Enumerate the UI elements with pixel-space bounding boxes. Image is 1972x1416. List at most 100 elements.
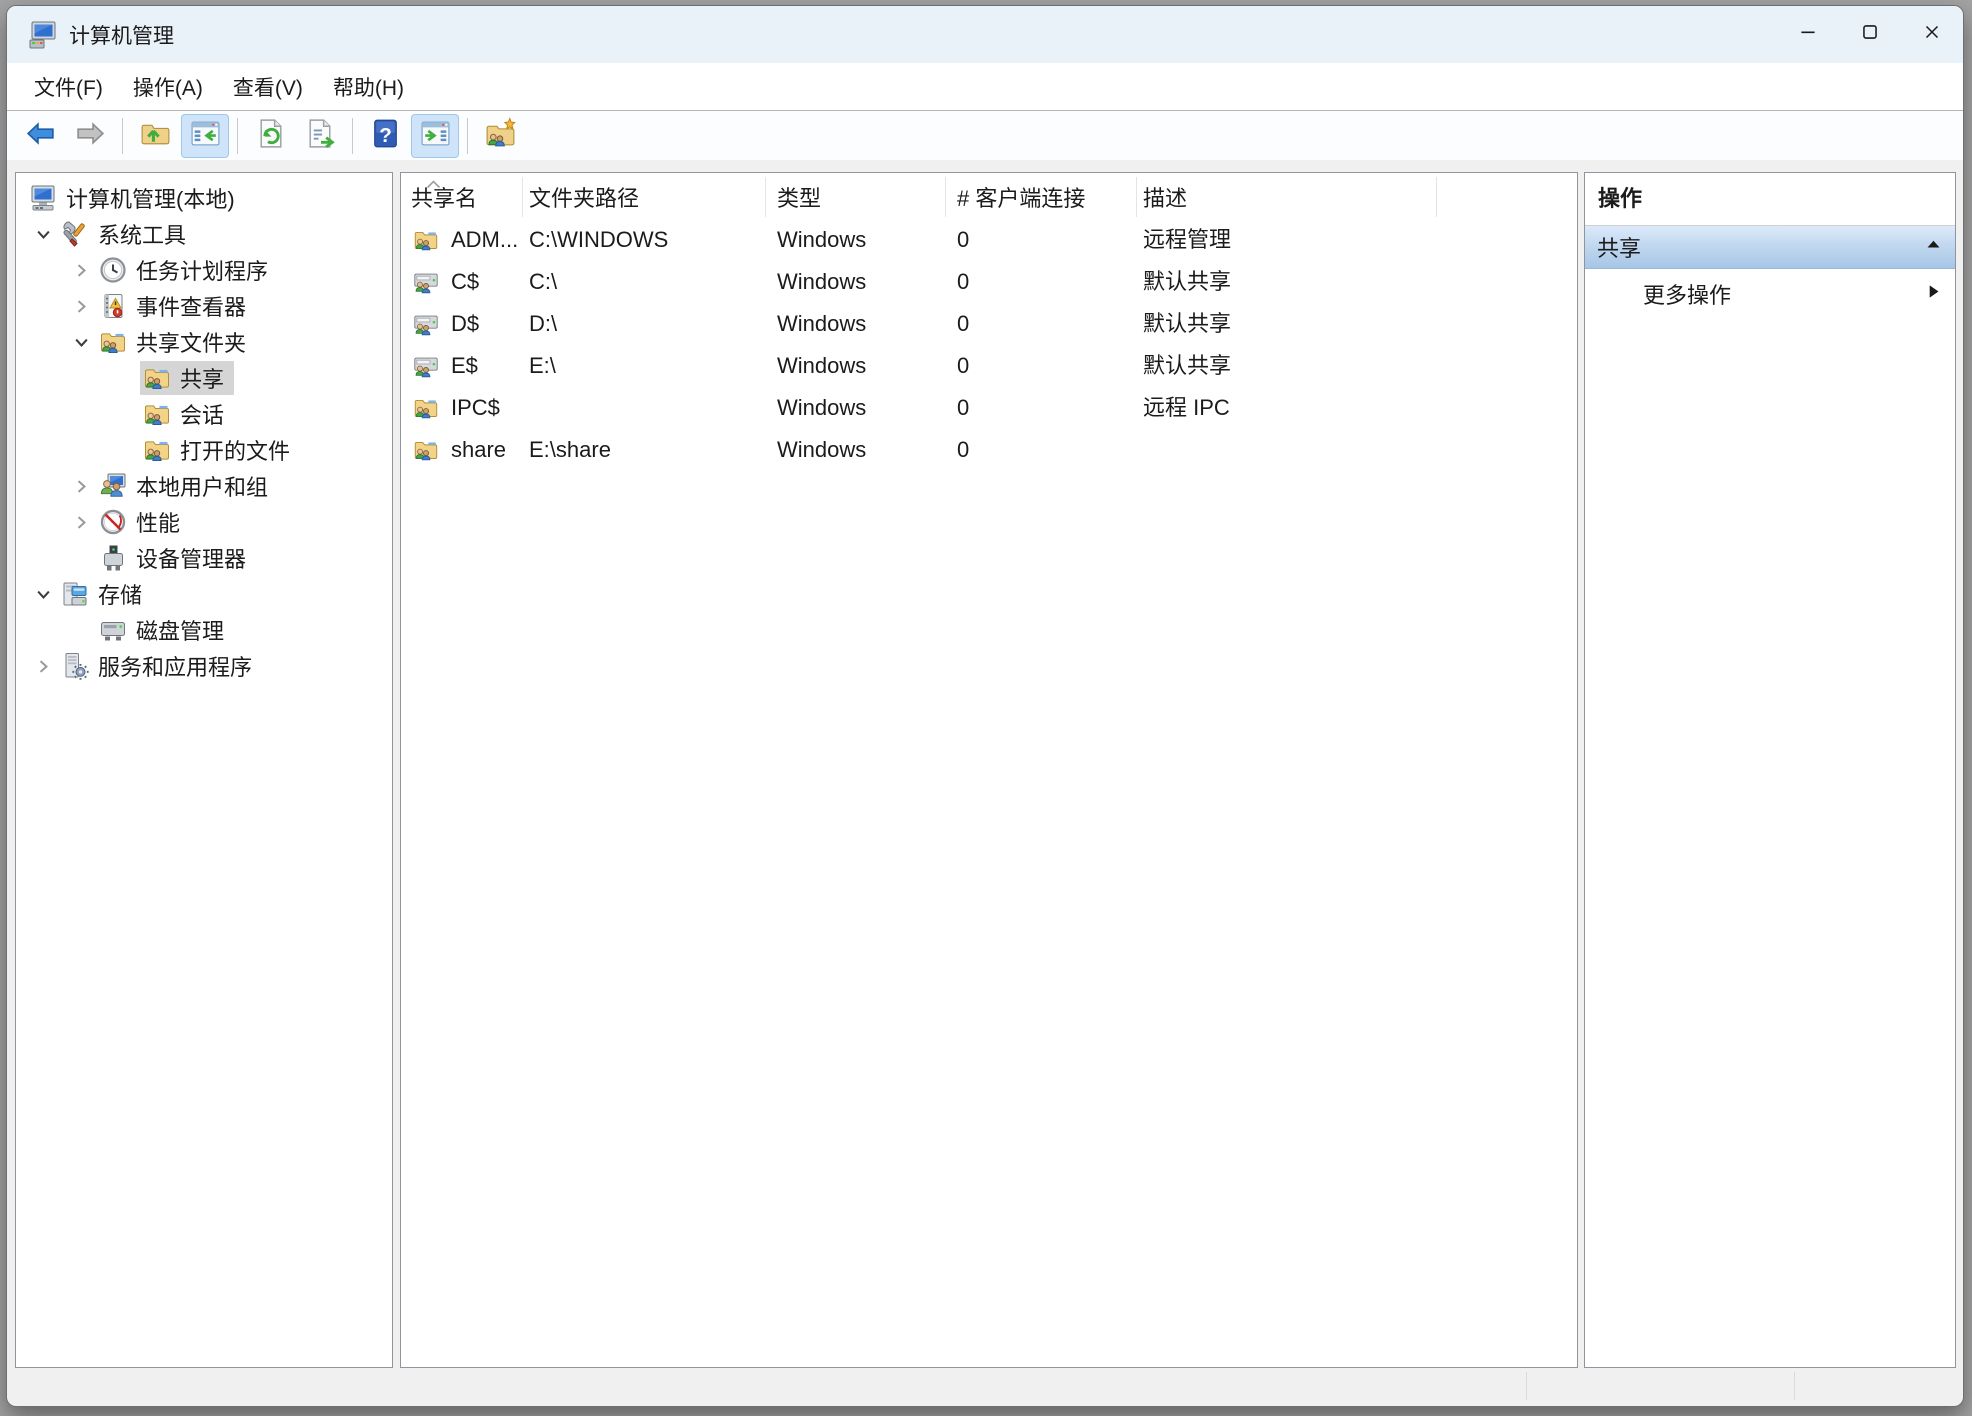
actions-header: 操作 bbox=[1585, 173, 1955, 226]
help-icon: ? bbox=[369, 117, 402, 155]
export-list-button[interactable] bbox=[296, 114, 344, 158]
menu-help[interactable]: 帮助(H) bbox=[318, 63, 419, 110]
share-row-share[interactable]: shareE:\shareWindows0 bbox=[401, 429, 1577, 471]
menu-action[interactable]: 操作(A) bbox=[118, 63, 218, 110]
back-arrow-icon bbox=[24, 117, 57, 155]
tree-item-disk-management[interactable]: 磁盘管理 bbox=[16, 612, 392, 648]
chevron-right-icon[interactable] bbox=[66, 471, 96, 501]
tree-item-computer-management-local[interactable]: 计算机管理(本地) bbox=[16, 180, 392, 216]
description-cell: 远程管理 bbox=[1143, 219, 1231, 261]
tree-item-system-tools[interactable]: 系统工具 bbox=[16, 216, 392, 252]
collapse-section-icon[interactable] bbox=[1924, 234, 1943, 260]
export-list-icon bbox=[304, 117, 337, 155]
actions-panel: 操作 共享 更多操作 bbox=[1584, 172, 1956, 1368]
menu-view[interactable]: 查看(V) bbox=[218, 63, 318, 110]
type-cell: Windows bbox=[777, 261, 866, 303]
share-row-d[interactable]: D$D:\Windows0默认共享 bbox=[401, 303, 1577, 345]
system-tools-icon bbox=[60, 219, 90, 249]
tree-item-content: 共享文件夹 bbox=[96, 325, 256, 359]
svg-text:?: ? bbox=[379, 123, 392, 146]
tree-item-services-and-applications[interactable]: 服务和应用程序 bbox=[16, 648, 392, 684]
shares-list-panel: 共享名 文件夹路径 类型 # 客户端连接 描述 ADM...C:\WINDOWSWind… bbox=[400, 172, 1578, 1368]
column-header-share-name[interactable]: 共享名 bbox=[411, 181, 477, 213]
menu-file[interactable]: 文件(F) bbox=[19, 63, 118, 110]
tree-item-shared-folders[interactable]: 共享文件夹 bbox=[16, 324, 392, 360]
share-row-c[interactable]: C$C:\Windows0默认共享 bbox=[401, 261, 1577, 303]
refresh-icon bbox=[254, 117, 287, 155]
share-name-cell: E$ bbox=[451, 345, 478, 387]
column-separator[interactable] bbox=[945, 177, 946, 217]
chevron-down-icon[interactable] bbox=[28, 579, 58, 609]
tree-item-label: 设备管理器 bbox=[136, 542, 246, 574]
column-header-description[interactable]: 描述 bbox=[1143, 181, 1187, 213]
show-console-tree-button[interactable] bbox=[181, 114, 229, 158]
tree-item-content: 磁盘管理 bbox=[96, 613, 234, 647]
toolbar: ? bbox=[7, 110, 1963, 160]
tree-item-event-viewer[interactable]: 事件查看器 bbox=[16, 288, 392, 324]
column-header-client-connections[interactable]: # 客户端连接 bbox=[957, 181, 1085, 213]
help-button[interactable]: ? bbox=[361, 114, 409, 158]
tree-item-content: 系统工具 bbox=[58, 217, 196, 251]
column-header-type[interactable]: 类型 bbox=[777, 181, 821, 213]
tree-item-open-files[interactable]: 打开的文件 bbox=[16, 432, 392, 468]
folder-path-cell: E:\ bbox=[529, 345, 556, 387]
client-connections-cell: 0 bbox=[957, 303, 969, 345]
share-row-adm[interactable]: ADM...C:\WINDOWSWindows0远程管理 bbox=[401, 219, 1577, 261]
window-title: 计算机管理 bbox=[69, 20, 174, 50]
toolbar-separator bbox=[352, 118, 353, 154]
refresh-button[interactable] bbox=[246, 114, 294, 158]
action-pane-icon bbox=[419, 117, 452, 155]
tree-item-label: 服务和应用程序 bbox=[98, 650, 252, 682]
toolbar-separator bbox=[237, 118, 238, 154]
tree-item-task-scheduler[interactable]: 任务计划程序 bbox=[16, 252, 392, 288]
description-cell: 默认共享 bbox=[1143, 303, 1231, 345]
forward-arrow-icon bbox=[74, 117, 107, 155]
chevron-placeholder bbox=[110, 435, 140, 465]
chevron-right-icon[interactable] bbox=[66, 255, 96, 285]
more-actions-item[interactable]: 更多操作 bbox=[1585, 269, 1955, 319]
toolbar-separator bbox=[467, 118, 468, 154]
maximize-button[interactable] bbox=[1839, 6, 1901, 63]
share-row-ipc[interactable]: IPC$Windows0远程 IPC bbox=[401, 387, 1577, 429]
column-header-folder-path[interactable]: 文件夹路径 bbox=[529, 181, 639, 213]
column-separator[interactable] bbox=[1136, 177, 1137, 217]
shared-folder-row-icon bbox=[412, 226, 440, 254]
tree-item-shares[interactable]: 共享 bbox=[16, 360, 392, 396]
show-action-pane-button[interactable] bbox=[411, 114, 459, 158]
actions-section-shares[interactable]: 共享 bbox=[1585, 226, 1955, 269]
folder-path-cell: C:\ bbox=[529, 261, 557, 303]
shared-folders-icon bbox=[142, 363, 172, 393]
column-separator[interactable] bbox=[765, 177, 766, 217]
column-separator[interactable] bbox=[1436, 177, 1437, 217]
chevron-right-icon[interactable] bbox=[28, 651, 58, 681]
up-one-level-button[interactable] bbox=[131, 114, 179, 158]
tree-item-device-manager[interactable]: 设备管理器 bbox=[16, 540, 392, 576]
chevron-down-icon[interactable] bbox=[28, 219, 58, 249]
chevron-placeholder bbox=[110, 363, 140, 393]
tree-item-label: 事件查看器 bbox=[136, 290, 246, 322]
tree-item-content: 打开的文件 bbox=[140, 433, 300, 467]
event-viewer-icon bbox=[98, 291, 128, 321]
tree-item-storage[interactable]: 存储 bbox=[16, 576, 392, 612]
tree-item-content: 存储 bbox=[58, 577, 152, 611]
minimize-icon bbox=[1797, 21, 1819, 48]
tree-item-content: 任务计划程序 bbox=[96, 253, 278, 287]
back-button[interactable] bbox=[16, 114, 64, 158]
type-cell: Windows bbox=[777, 387, 866, 429]
tree-item-sessions[interactable]: 会话 bbox=[16, 396, 392, 432]
share-row-e[interactable]: E$E:\Windows0默认共享 bbox=[401, 345, 1577, 387]
tree-item-performance[interactable]: 性能 bbox=[16, 504, 392, 540]
minimize-button[interactable] bbox=[1777, 6, 1839, 63]
chevron-right-icon[interactable] bbox=[66, 507, 96, 537]
forward-button[interactable] bbox=[66, 114, 114, 158]
new-share-button[interactable] bbox=[476, 114, 524, 158]
chevron-right-icon[interactable] bbox=[66, 291, 96, 321]
submenu-arrow-icon bbox=[1924, 281, 1943, 307]
performance-icon bbox=[98, 507, 128, 537]
close-button[interactable] bbox=[1901, 6, 1963, 63]
chevron-placeholder bbox=[66, 543, 96, 573]
client-connections-cell: 0 bbox=[957, 345, 969, 387]
chevron-down-icon[interactable] bbox=[66, 327, 96, 357]
column-separator[interactable] bbox=[522, 177, 523, 217]
tree-item-local-users-and-groups[interactable]: 本地用户和组 bbox=[16, 468, 392, 504]
